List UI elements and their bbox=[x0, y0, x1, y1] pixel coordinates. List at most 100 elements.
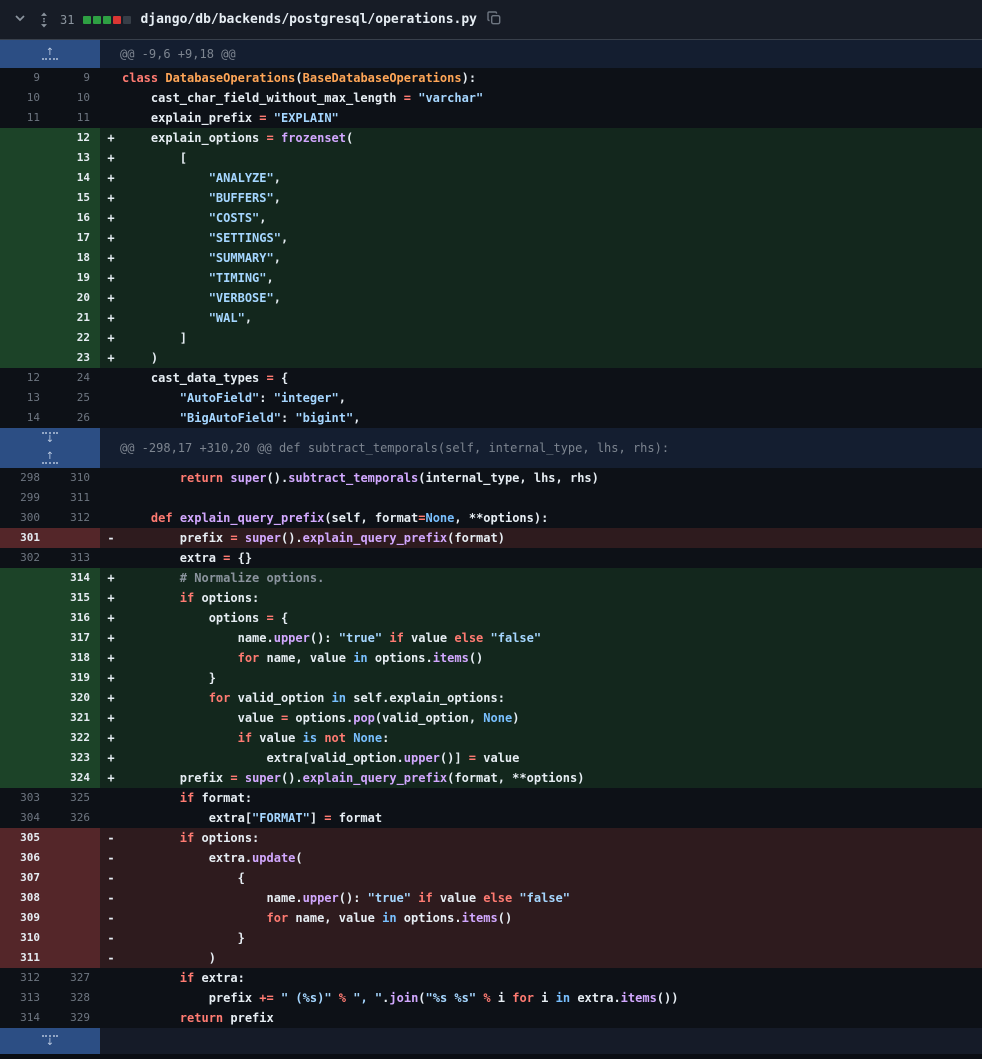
line-number-old[interactable]: 303 bbox=[0, 788, 50, 808]
line-number-new[interactable]: 311 bbox=[50, 488, 100, 508]
line-number-old[interactable] bbox=[0, 668, 50, 688]
expand-down-button[interactable]: ↓ bbox=[0, 1028, 100, 1054]
line-number-old[interactable] bbox=[0, 268, 50, 288]
line-number-new[interactable]: 310 bbox=[50, 468, 100, 488]
line-number-new[interactable]: 11 bbox=[50, 108, 100, 128]
line-number-new[interactable] bbox=[50, 888, 100, 908]
line-number-new[interactable]: 317 bbox=[50, 628, 100, 648]
line-number-old[interactable]: 14 bbox=[0, 408, 50, 428]
line-number-new[interactable]: 24 bbox=[50, 368, 100, 388]
line-number-new[interactable]: 26 bbox=[50, 408, 100, 428]
line-number-old[interactable] bbox=[0, 288, 50, 308]
line-number-new[interactable]: 15 bbox=[50, 188, 100, 208]
line-number-old[interactable]: 298 bbox=[0, 468, 50, 488]
line-number-old[interactable]: 13 bbox=[0, 388, 50, 408]
line-number-old[interactable] bbox=[0, 308, 50, 328]
line-number-old[interactable] bbox=[0, 348, 50, 368]
line-number-new[interactable]: 322 bbox=[50, 728, 100, 748]
line-number-old[interactable] bbox=[0, 708, 50, 728]
line-number-new[interactable] bbox=[50, 948, 100, 968]
line-number-old[interactable] bbox=[0, 628, 50, 648]
line-number-old[interactable]: 308 bbox=[0, 888, 50, 908]
line-number-old[interactable]: 305 bbox=[0, 828, 50, 848]
line-number-new[interactable] bbox=[50, 928, 100, 948]
line-number-old[interactable] bbox=[0, 168, 50, 188]
line-number-old[interactable]: 311 bbox=[0, 948, 50, 968]
line-number-new[interactable]: 25 bbox=[50, 388, 100, 408]
file-path[interactable]: django/db/backends/postgresql/operations… bbox=[140, 12, 477, 27]
line-number-new[interactable]: 321 bbox=[50, 708, 100, 728]
line-number-new[interactable] bbox=[50, 908, 100, 928]
line-number-old[interactable] bbox=[0, 648, 50, 668]
line-number-new[interactable]: 23 bbox=[50, 348, 100, 368]
line-number-old[interactable]: 301 bbox=[0, 528, 50, 548]
line-number-old[interactable]: 309 bbox=[0, 908, 50, 928]
line-number-new[interactable]: 320 bbox=[50, 688, 100, 708]
line-number-old[interactable]: 300 bbox=[0, 508, 50, 528]
line-number-old[interactable]: 299 bbox=[0, 488, 50, 508]
line-number-old[interactable] bbox=[0, 228, 50, 248]
line-number-old[interactable] bbox=[0, 208, 50, 228]
line-number-new[interactable]: 17 bbox=[50, 228, 100, 248]
copy-path-button[interactable] bbox=[486, 10, 502, 29]
line-number-old[interactable] bbox=[0, 768, 50, 788]
line-number-new[interactable]: 313 bbox=[50, 548, 100, 568]
line-number-new[interactable]: 315 bbox=[50, 588, 100, 608]
line-number-new[interactable] bbox=[50, 848, 100, 868]
line-number-old[interactable]: 307 bbox=[0, 868, 50, 888]
line-number-old[interactable]: 302 bbox=[0, 548, 50, 568]
line-number-new[interactable]: 316 bbox=[50, 608, 100, 628]
line-number-old[interactable] bbox=[0, 328, 50, 348]
line-number-old[interactable] bbox=[0, 608, 50, 628]
line-number-old[interactable]: 10 bbox=[0, 88, 50, 108]
line-number-new[interactable]: 12 bbox=[50, 128, 100, 148]
line-number-old[interactable] bbox=[0, 728, 50, 748]
line-number-new[interactable]: 318 bbox=[50, 648, 100, 668]
line-number-old[interactable]: 313 bbox=[0, 988, 50, 1008]
line-number-new[interactable]: 16 bbox=[50, 208, 100, 228]
line-number-old[interactable] bbox=[0, 568, 50, 588]
line-number-new[interactable] bbox=[50, 828, 100, 848]
line-number-new[interactable]: 14 bbox=[50, 168, 100, 188]
line-number-old[interactable]: 314 bbox=[0, 1008, 50, 1028]
line-number-new[interactable]: 19 bbox=[50, 268, 100, 288]
line-number-new[interactable]: 325 bbox=[50, 788, 100, 808]
line-number-old[interactable]: 304 bbox=[0, 808, 50, 828]
line-number-old[interactable] bbox=[0, 148, 50, 168]
expand-up-button[interactable]: ↑ bbox=[0, 448, 100, 468]
line-number-new[interactable]: 327 bbox=[50, 968, 100, 988]
line-number-old[interactable] bbox=[0, 748, 50, 768]
line-number-old[interactable] bbox=[0, 248, 50, 268]
line-number-old[interactable] bbox=[0, 188, 50, 208]
line-number-new[interactable]: 9 bbox=[50, 68, 100, 88]
line-number-new[interactable]: 319 bbox=[50, 668, 100, 688]
line-number-new[interactable]: 314 bbox=[50, 568, 100, 588]
collapse-file-button[interactable] bbox=[12, 10, 28, 29]
line-number-new[interactable]: 326 bbox=[50, 808, 100, 828]
line-number-new[interactable]: 328 bbox=[50, 988, 100, 1008]
line-number-new[interactable]: 323 bbox=[50, 748, 100, 768]
line-number-old[interactable]: 12 bbox=[0, 368, 50, 388]
line-number-old[interactable] bbox=[0, 588, 50, 608]
line-number-old[interactable]: 312 bbox=[0, 968, 50, 988]
line-number-new[interactable]: 18 bbox=[50, 248, 100, 268]
expand-up-button[interactable]: ↑ bbox=[0, 40, 100, 68]
expand-down-button[interactable]: ↓ bbox=[0, 428, 100, 448]
line-number-new[interactable]: 312 bbox=[50, 508, 100, 528]
line-number-new[interactable] bbox=[50, 528, 100, 548]
line-number-old[interactable]: 9 bbox=[0, 68, 50, 88]
line-number-new[interactable]: 20 bbox=[50, 288, 100, 308]
line-number-new[interactable]: 21 bbox=[50, 308, 100, 328]
line-number-old[interactable]: 11 bbox=[0, 108, 50, 128]
drag-handle-icon[interactable] bbox=[37, 12, 51, 28]
line-number-old[interactable]: 306 bbox=[0, 848, 50, 868]
line-number-old[interactable] bbox=[0, 688, 50, 708]
line-number-new[interactable]: 10 bbox=[50, 88, 100, 108]
line-number-old[interactable] bbox=[0, 128, 50, 148]
line-number-old[interactable]: 310 bbox=[0, 928, 50, 948]
line-number-new[interactable]: 22 bbox=[50, 328, 100, 348]
line-number-new[interactable]: 324 bbox=[50, 768, 100, 788]
line-number-new[interactable]: 13 bbox=[50, 148, 100, 168]
line-number-new[interactable]: 329 bbox=[50, 1008, 100, 1028]
line-number-new[interactable] bbox=[50, 868, 100, 888]
